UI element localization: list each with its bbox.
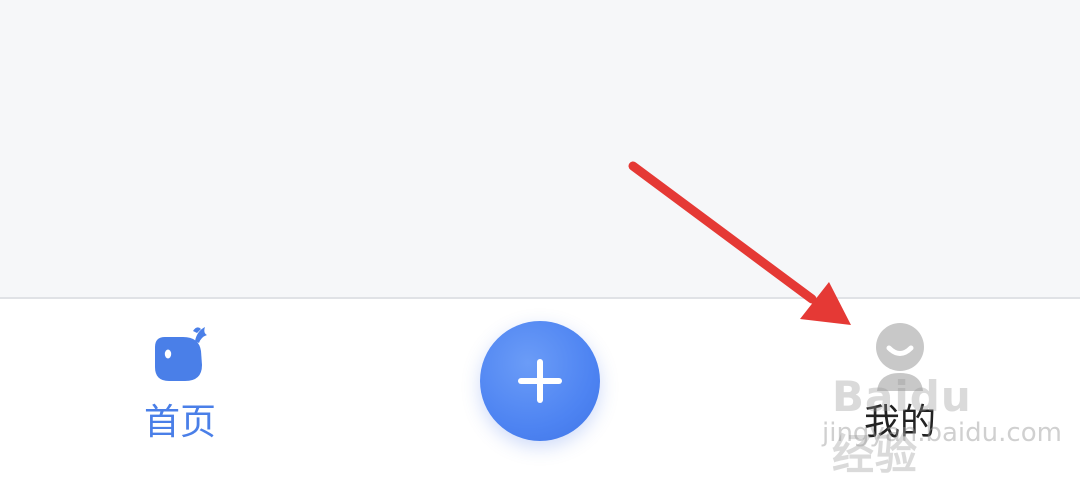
whale-icon — [149, 321, 211, 389]
add-button[interactable] — [480, 321, 600, 441]
tab-home-label: 首页 — [143, 402, 216, 443]
plus-icon — [515, 356, 565, 410]
tab-mine[interactable]: 我的 — [800, 299, 1000, 467]
avatar-icon — [865, 321, 935, 395]
tab-home[interactable]: 首页 — [80, 299, 280, 467]
content-area — [0, 0, 1080, 297]
tab-mine-label: 我的 — [863, 402, 936, 443]
